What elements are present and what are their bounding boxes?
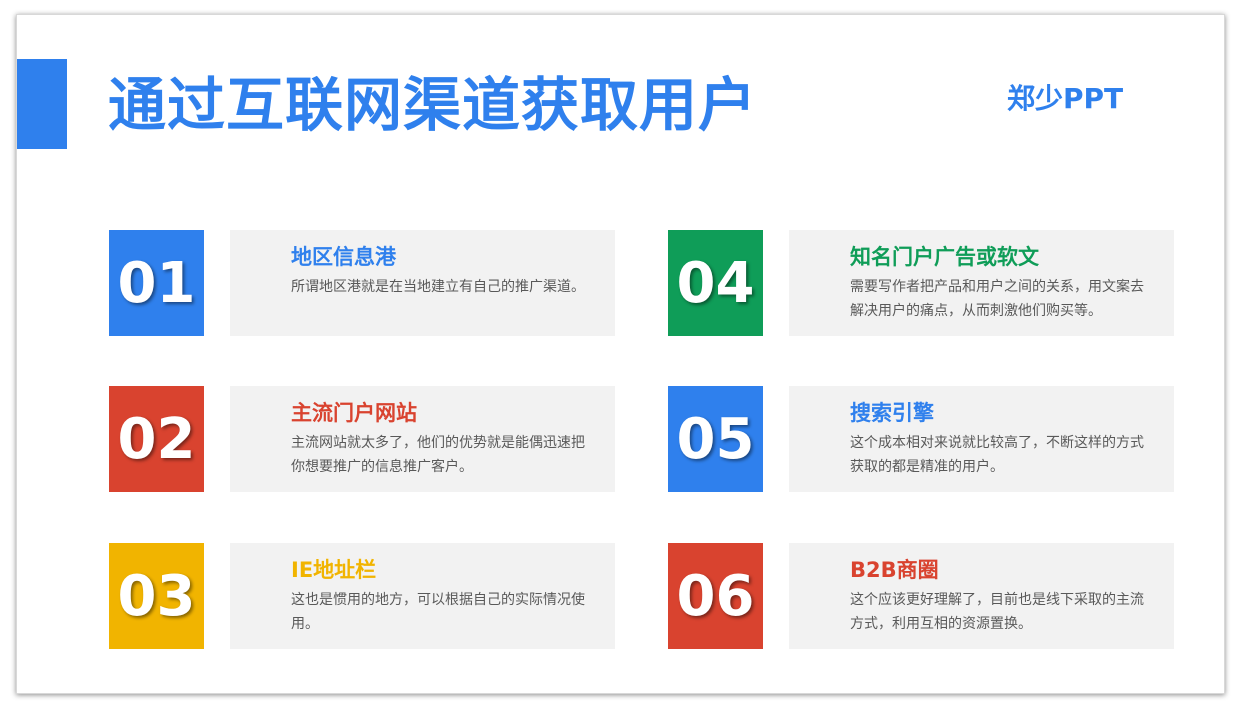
title-accent-bar — [17, 59, 67, 149]
item-05: 05 搜索引擎 这个成本相对来说就比较高了，不断这样的方式获取的都是精准的用户。 — [668, 386, 1174, 492]
item-number-badge: 04 — [668, 230, 763, 336]
item-description: 所谓地区港就是在当地建立有自己的推广渠道。 — [291, 279, 585, 295]
brand-label: 郑少PPT — [1007, 82, 1124, 115]
item-number-badge: 05 — [668, 386, 763, 492]
item-01: 01 地区信息港 所谓地区港就是在当地建立有自己的推广渠道。 — [109, 230, 615, 336]
page-title: 通过互联网渠道获取用户 — [108, 71, 758, 139]
item-title: B2B商圈 — [850, 558, 939, 582]
item-description: 主流网站就太多了，他们的优势就是能偶迅速把你想要推广的信息推广客户。 — [291, 435, 585, 475]
item-description: 这个应该更好理解了，目前也是线下采取的主流方式，利用互相的资源置换。 — [850, 592, 1144, 632]
item-06: 06 B2B商圈 这个应该更好理解了，目前也是线下采取的主流方式，利用互相的资源… — [668, 543, 1174, 649]
item-title: 搜索引擎 — [850, 401, 934, 425]
item-description: 需要写作者把产品和用户之间的关系，用文案去解决用户的痛点，从而刺激他们购买等。 — [850, 279, 1144, 319]
item-description: 这个成本相对来说就比较高了，不断这样的方式获取的都是精准的用户。 — [850, 435, 1144, 475]
item-04: 04 知名门户广告或软文 需要写作者把产品和用户之间的关系，用文案去解决用户的痛… — [668, 230, 1174, 336]
item-title: IE地址栏 — [291, 558, 377, 582]
item-title: 主流门户网站 — [291, 401, 417, 425]
item-number-badge: 03 — [109, 543, 204, 649]
item-number-badge: 06 — [668, 543, 763, 649]
item-card: B2B商圈 这个应该更好理解了，目前也是线下采取的主流方式，利用互相的资源置换。 — [789, 543, 1174, 649]
item-02: 02 主流门户网站 主流网站就太多了，他们的优势就是能偶迅速把你想要推广的信息推… — [109, 386, 615, 492]
slide: 通过互联网渠道获取用户 郑少PPT 01 地区信息港 所谓地区港就是在当地建立有… — [16, 14, 1225, 694]
item-title: 知名门户广告或软文 — [850, 245, 1039, 269]
item-number-badge: 01 — [109, 230, 204, 336]
item-card: 主流门户网站 主流网站就太多了，他们的优势就是能偶迅速把你想要推广的信息推广客户… — [230, 386, 615, 492]
item-title: 地区信息港 — [291, 245, 396, 269]
item-card: IE地址栏 这也是惯用的地方，可以根据自己的实际情况使用。 — [230, 543, 615, 649]
item-card: 知名门户广告或软文 需要写作者把产品和用户之间的关系，用文案去解决用户的痛点，从… — [789, 230, 1174, 336]
item-number-badge: 02 — [109, 386, 204, 492]
item-card: 地区信息港 所谓地区港就是在当地建立有自己的推广渠道。 — [230, 230, 615, 336]
item-card: 搜索引擎 这个成本相对来说就比较高了，不断这样的方式获取的都是精准的用户。 — [789, 386, 1174, 492]
item-03: 03 IE地址栏 这也是惯用的地方，可以根据自己的实际情况使用。 — [109, 543, 615, 649]
item-description: 这也是惯用的地方，可以根据自己的实际情况使用。 — [291, 592, 585, 632]
